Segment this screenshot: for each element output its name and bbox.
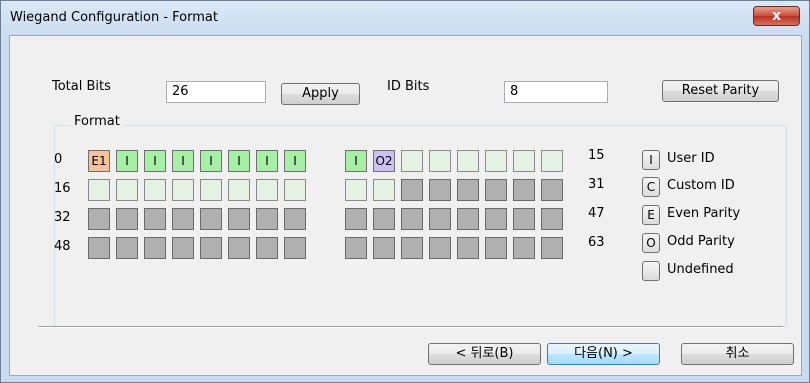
back-button[interactable]: < 뒤로(B) xyxy=(428,343,541,365)
bit-cell[interactable] xyxy=(513,237,535,259)
bit-cell[interactable] xyxy=(172,237,194,259)
bit-cell[interactable] xyxy=(513,179,535,201)
bit-cell[interactable] xyxy=(429,237,451,259)
bit-cell[interactable] xyxy=(401,179,423,201)
legend-key-box: E xyxy=(642,205,660,225)
legend-label: Odd Parity xyxy=(667,234,735,249)
bit-cell[interactable] xyxy=(228,208,250,230)
row-start-label: 32 xyxy=(54,210,71,225)
bit-cell[interactable]: I xyxy=(116,150,138,172)
legend-key-box: I xyxy=(642,150,660,170)
bit-cell[interactable] xyxy=(541,237,563,259)
bit-cell[interactable] xyxy=(485,179,507,201)
bit-cell[interactable] xyxy=(144,179,166,201)
bit-cell[interactable] xyxy=(200,179,222,201)
bit-cell[interactable] xyxy=(284,208,306,230)
total-bits-label: Total Bits xyxy=(52,79,111,94)
next-button[interactable]: 다음(N) > xyxy=(547,343,660,365)
bit-cell[interactable] xyxy=(513,208,535,230)
bit-cell[interactable] xyxy=(429,179,451,201)
bit-cell[interactable] xyxy=(485,237,507,259)
legend-key-box xyxy=(642,261,660,281)
bit-cell[interactable] xyxy=(172,179,194,201)
bit-cell[interactable] xyxy=(401,237,423,259)
bit-cell[interactable] xyxy=(200,237,222,259)
row-start-label: 16 xyxy=(54,181,71,196)
bit-cell[interactable] xyxy=(284,237,306,259)
bit-cell[interactable] xyxy=(345,237,367,259)
bit-cell[interactable]: E1 xyxy=(88,150,110,172)
bit-cell[interactable] xyxy=(256,237,278,259)
bit-cell[interactable] xyxy=(200,208,222,230)
bit-cell[interactable] xyxy=(485,208,507,230)
bit-cell[interactable] xyxy=(144,208,166,230)
bit-cell[interactable] xyxy=(284,179,306,201)
bit-cell[interactable] xyxy=(429,208,451,230)
bit-cell[interactable]: I xyxy=(200,150,222,172)
row-start-label: 48 xyxy=(54,239,71,254)
legend-label: Undefined xyxy=(667,262,734,277)
bit-cell[interactable] xyxy=(88,208,110,230)
bit-cell[interactable] xyxy=(457,208,479,230)
row-end-label: 15 xyxy=(588,148,605,163)
cancel-button[interactable]: 취소 xyxy=(681,343,794,365)
bit-cell[interactable] xyxy=(345,179,367,201)
bit-cell[interactable] xyxy=(401,208,423,230)
bit-cell[interactable] xyxy=(541,208,563,230)
bit-cell[interactable] xyxy=(88,179,110,201)
row-start-label: 0 xyxy=(54,152,63,167)
row-end-label: 63 xyxy=(588,235,605,250)
reset-parity-button[interactable]: Reset Parity xyxy=(662,80,779,102)
bit-cell[interactable] xyxy=(228,237,250,259)
legend-key-box: O xyxy=(642,233,660,253)
window-title: Wiegand Configuration - Format xyxy=(10,10,218,25)
format-group-title: Format xyxy=(70,114,124,129)
bit-cell[interactable] xyxy=(172,208,194,230)
bit-cell[interactable]: I xyxy=(172,150,194,172)
bit-cell[interactable] xyxy=(457,179,479,201)
bit-cell[interactable] xyxy=(116,179,138,201)
legend-label: Even Parity xyxy=(667,206,741,221)
bit-cell[interactable] xyxy=(345,208,367,230)
wiegand-format-dialog: Wiegand Configuration - Format x Total B… xyxy=(0,0,810,383)
bit-cell[interactable] xyxy=(256,208,278,230)
bit-cell[interactable] xyxy=(541,179,563,201)
id-bits-label: ID Bits xyxy=(387,79,430,94)
bit-cell[interactable] xyxy=(541,150,563,172)
bit-cell[interactable] xyxy=(228,179,250,201)
bit-cell[interactable]: I xyxy=(345,150,367,172)
bit-cell[interactable] xyxy=(88,237,110,259)
legend-label: User ID xyxy=(667,151,715,166)
bit-cell[interactable]: I xyxy=(256,150,278,172)
bit-cell[interactable] xyxy=(373,237,395,259)
bit-cell[interactable] xyxy=(144,237,166,259)
bit-cell[interactable] xyxy=(429,150,451,172)
apply-button[interactable]: Apply xyxy=(281,83,360,105)
bit-cell[interactable]: I xyxy=(144,150,166,172)
bit-cell[interactable] xyxy=(401,150,423,172)
bit-cell[interactable] xyxy=(373,179,395,201)
bit-cell[interactable] xyxy=(457,237,479,259)
legend-label: Custom ID xyxy=(667,178,735,193)
legend-key-box: C xyxy=(642,177,660,197)
bit-cell[interactable]: O2 xyxy=(373,150,395,172)
id-bits-input[interactable]: 8 xyxy=(504,81,608,103)
bit-cell[interactable] xyxy=(485,150,507,172)
row-end-label: 31 xyxy=(588,177,605,192)
total-bits-input[interactable]: 26 xyxy=(166,81,266,103)
bit-cell[interactable] xyxy=(256,179,278,201)
bit-cell[interactable] xyxy=(373,208,395,230)
bit-cell[interactable] xyxy=(116,208,138,230)
close-button[interactable]: x xyxy=(753,6,800,26)
bit-cell[interactable] xyxy=(116,237,138,259)
bit-cell[interactable]: I xyxy=(284,150,306,172)
row-end-label: 47 xyxy=(588,206,605,221)
bit-cell[interactable] xyxy=(513,150,535,172)
title-bar[interactable]: Wiegand Configuration - Format x xyxy=(1,1,809,35)
separator xyxy=(38,326,783,328)
bit-cell[interactable] xyxy=(457,150,479,172)
dialog-body: Total Bits 26 Apply ID Bits 8 Reset Pari… xyxy=(9,35,802,376)
bit-cell[interactable]: I xyxy=(228,150,250,172)
